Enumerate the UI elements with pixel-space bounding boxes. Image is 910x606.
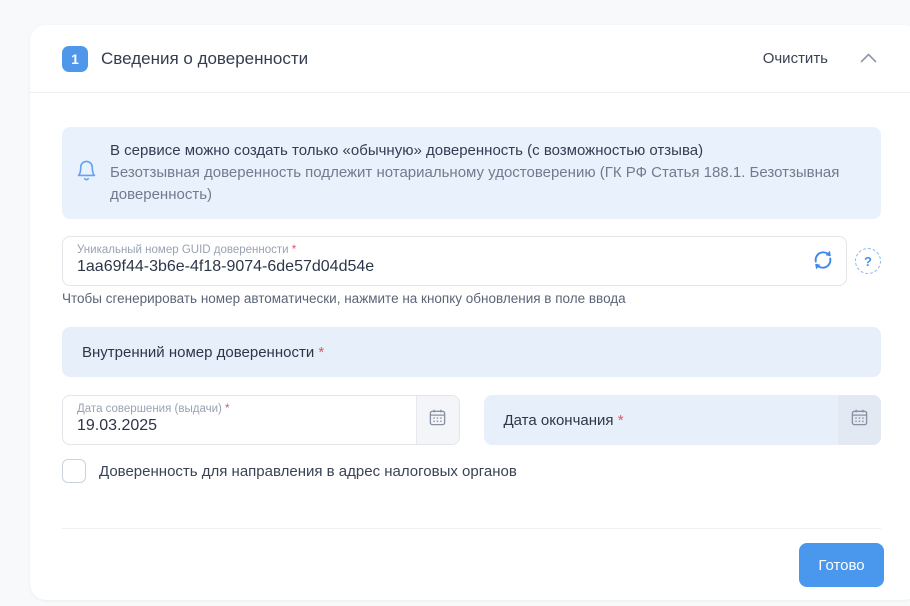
step-number-badge: 1 [62,46,88,72]
refresh-icon [811,248,835,275]
guid-input[interactable]: Уникальный номер GUID доверенности * 1aa… [62,236,847,286]
guid-input-label: Уникальный номер GUID доверенности * [77,244,802,256]
internal-number-label: Внутренний номер доверенности * [82,344,324,361]
issue-date-field: Дата совершения (выдачи) * 19.03.2025 [62,395,460,445]
banner-secondary-text: Безотзывная доверенность подлежит нотари… [110,162,865,206]
end-date-label: Дата окончания * [504,412,624,429]
internal-number-input[interactable]: Внутренний номер доверенности * [62,327,881,377]
collapse-section-button[interactable] [856,46,881,72]
required-asterisk: * [318,344,324,361]
issue-date-label: Дата совершения (выдачи) * [77,403,402,415]
required-asterisk: * [225,403,229,415]
issue-date-calendar-button[interactable] [416,396,459,444]
end-date-input[interactable]: Дата окончания * [484,395,839,445]
guid-helper-text: Чтобы сгенерировать номер автоматически,… [62,291,881,309]
done-button[interactable]: Готово [799,543,884,587]
section-header: 1 Сведения о доверенности Очистить [30,25,910,93]
required-asterisk: * [292,244,296,256]
calendar-icon [850,408,869,432]
banner-primary-text: В сервисе можно создать только «обычную»… [110,140,865,162]
permit-details-card: 1 Сведения о доверенности Очистить В сер… [30,25,910,600]
tax-authority-checkbox[interactable] [62,459,86,483]
tax-authority-checkbox-label[interactable]: Доверенность для направления в адрес нал… [99,463,517,480]
question-icon: ? [864,254,872,269]
card-footer: Готово [30,529,910,601]
guid-input-value: 1aa69f44-3b6e-4f18-9074-6de57d04d54e [77,258,802,276]
calendar-icon [428,408,447,432]
info-banner: В сервисе можно создать только «обычную»… [62,127,881,219]
clear-form-button[interactable]: Очистить [763,50,828,67]
end-date-calendar-button[interactable] [838,395,881,445]
bell-icon [75,158,98,188]
end-date-field: Дата окончания * [484,395,882,445]
chevron-up-icon [860,50,877,68]
help-button[interactable]: ? [855,248,881,274]
guid-row: Уникальный номер GUID доверенности * 1aa… [62,236,881,286]
required-asterisk: * [618,412,624,429]
tax-authority-checkbox-row: Доверенность для направления в адрес нал… [62,459,881,483]
banner-text: В сервисе можно создать только «обычную»… [110,140,865,206]
dates-row: Дата совершения (выдачи) * 19.03.2025 [62,395,881,445]
page-title: Сведения о доверенности [101,49,308,69]
issue-date-value: 19.03.2025 [77,417,402,435]
regenerate-guid-button[interactable] [810,248,836,274]
issue-date-input[interactable]: Дата совершения (выдачи) * 19.03.2025 [63,396,416,444]
section-body: В сервисе можно создать только «обычную»… [30,93,910,529]
